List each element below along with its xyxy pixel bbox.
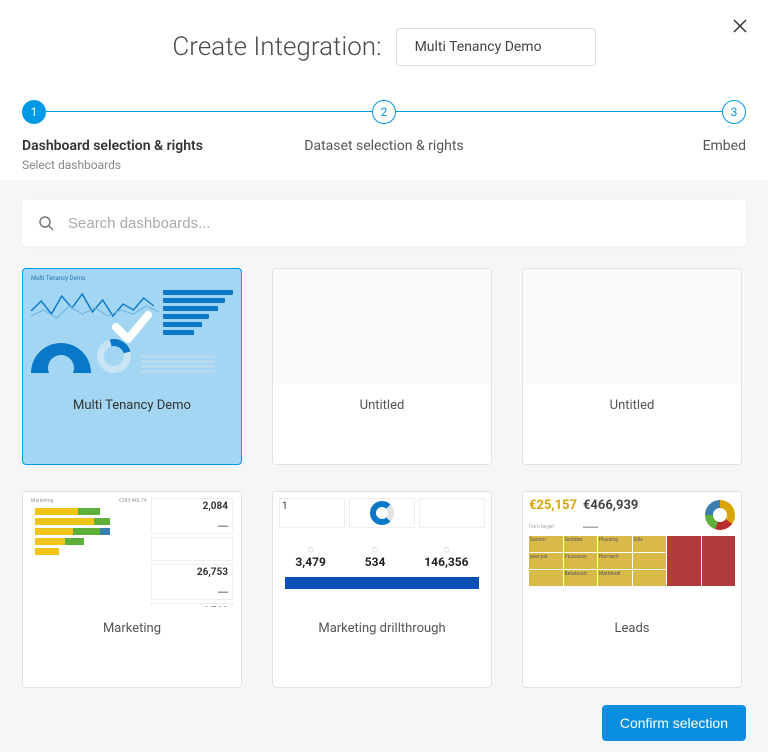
dashboard-thumbnail: €25,157from target €466,939▬▬▬ Sonron Go… [523, 492, 741, 607]
step-2[interactable]: 2 [372, 100, 396, 124]
checkmark-icon [108, 303, 156, 351]
dashboard-thumbnail: 1 ◯3,479 ◯534 ◯146,356 [273, 492, 491, 607]
step-1[interactable]: 1 [22, 100, 46, 124]
close-button[interactable] [730, 16, 750, 36]
step-2-label: Dataset selection & rights [263, 138, 504, 172]
dashboard-thumbnail [273, 269, 491, 384]
confirm-selection-button[interactable]: Confirm selection [602, 705, 746, 741]
dashboard-thumbnail: Multi Tenancy Demo [23, 269, 241, 384]
search-bar[interactable] [22, 200, 746, 246]
modal-title: Create Integration: [172, 32, 381, 62]
dashboard-card[interactable]: 1 ◯3,479 ◯534 ◯146,356 Marketing drillth… [272, 491, 492, 688]
step-1-sublabel: Select dashboards [22, 158, 263, 172]
step-progress: 1 2 3 Dashboard selection & rights Selec… [0, 76, 768, 180]
dashboard-card-title: Untitled [273, 384, 491, 427]
dashboard-thumbnail [523, 269, 741, 384]
modal-footer: Confirm selection [0, 693, 768, 752]
dashboard-card-title: Multi Tenancy Demo [23, 384, 241, 427]
step-1-label: Dashboard selection & rights Select dash… [22, 138, 263, 172]
dashboard-thumbnail: Marketing€283,443.74 2,084▬▬ 26,753▬▬ [23, 492, 241, 607]
dashboard-card-title: Untitled [523, 384, 741, 427]
dashboard-grid: Multi Tenancy Demo [22, 268, 746, 688]
dashboard-card[interactable]: Multi Tenancy Demo [22, 268, 242, 465]
step-3-label: Embed [505, 138, 746, 172]
dashboard-card-title: Marketing drillthrough [273, 607, 491, 650]
dashboard-card[interactable]: €25,157from target €466,939▬▬▬ Sonron Go… [522, 491, 742, 688]
search-input[interactable] [68, 215, 730, 232]
dashboard-card-title: Marketing [23, 607, 241, 650]
dashboard-card[interactable]: Untitled [522, 268, 742, 465]
dashboard-card-title: Leads [523, 607, 741, 650]
dashboard-card[interactable]: Untitled [272, 268, 492, 465]
dashboard-card[interactable]: Marketing€283,443.74 2,084▬▬ 26,753▬▬ [22, 491, 242, 688]
close-icon [732, 18, 748, 34]
step-3[interactable]: 3 [722, 100, 746, 124]
search-icon [38, 215, 54, 231]
integration-name-input[interactable]: Multi Tenancy Demo [396, 28, 596, 66]
